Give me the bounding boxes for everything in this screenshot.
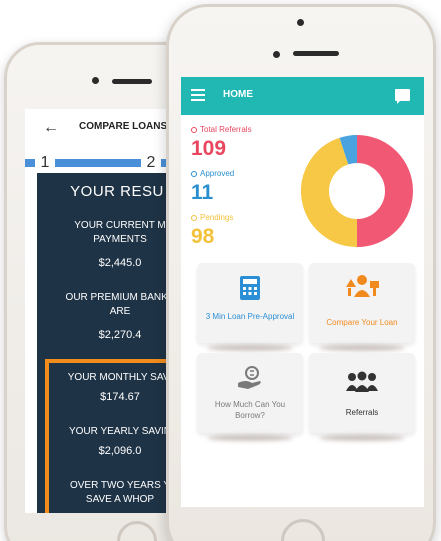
proximity-sensor [273,51,280,58]
stat-pendings-value: 98 [191,225,215,248]
stat-approved-value: 11 [191,181,214,204]
tile-referrals-label: Referrals [345,408,379,417]
front-camera [92,77,99,84]
tile-compare-loan[interactable]: Compare Your Loan [309,263,415,343]
front-camera [297,19,304,26]
home-screen: HOME Total Referrals 109 Approved 11 Pen… [181,77,424,507]
donut-slice-approved [339,135,358,165]
tile-loan-pre-approval-label: 3 Min Loan Pre-Approval [205,312,295,321]
money-hand-icon [238,366,261,389]
promo-stage: ← COMPARE LOANS 1 2 YOUR RESU YOUR CURRE… [0,0,441,541]
circle-icon [191,214,197,221]
hamburger-menu-icon[interactable] [191,89,205,101]
tile-referrals[interactable]: Referrals [309,353,415,433]
chat-icon[interactable] [395,89,410,104]
step-1[interactable]: 1 [35,153,55,173]
back-arrow-icon[interactable]: ← [43,119,59,137]
earpiece-speaker [293,51,339,56]
stat-total-referrals-value: 109 [191,137,227,160]
front-phone-frame: HOME Total Referrals 109 Approved 11 Pen… [166,4,436,541]
app-bar: HOME [181,77,424,115]
tile-loan-pre-approval[interactable]: 3 Min Loan Pre-Approval [197,263,303,343]
earpiece-speaker [112,79,152,84]
tile-shadow [319,435,405,441]
circle-icon [191,126,197,133]
referrals-donut-chart [301,135,413,247]
compare-people-icon [346,275,379,297]
circle-icon [191,170,197,177]
step-2[interactable]: 2 [141,153,161,173]
compare-title: COMPARE LOANS [79,121,168,132]
home-button[interactable] [117,521,157,541]
tile-compare-loan-label: Compare Your Loan [326,318,398,327]
group-people-icon [346,371,378,392]
calculator-icon [240,276,260,300]
stat-pendings-label: Pendings [191,213,233,222]
donut-slice-total-referrals [356,135,413,247]
stat-total-referrals-label: Total Referrals [191,125,252,134]
home-button[interactable] [281,519,325,541]
tile-shadow [319,345,405,351]
tile-shadow [207,435,293,441]
tile-how-much-borrow-label: How Much Can You Borrow? [214,400,286,420]
stat-approved-label: Approved [191,169,234,178]
tile-how-much-borrow[interactable]: How Much Can You Borrow? [197,353,303,433]
app-bar-title: HOME [223,89,253,100]
tile-shadow [207,345,293,351]
